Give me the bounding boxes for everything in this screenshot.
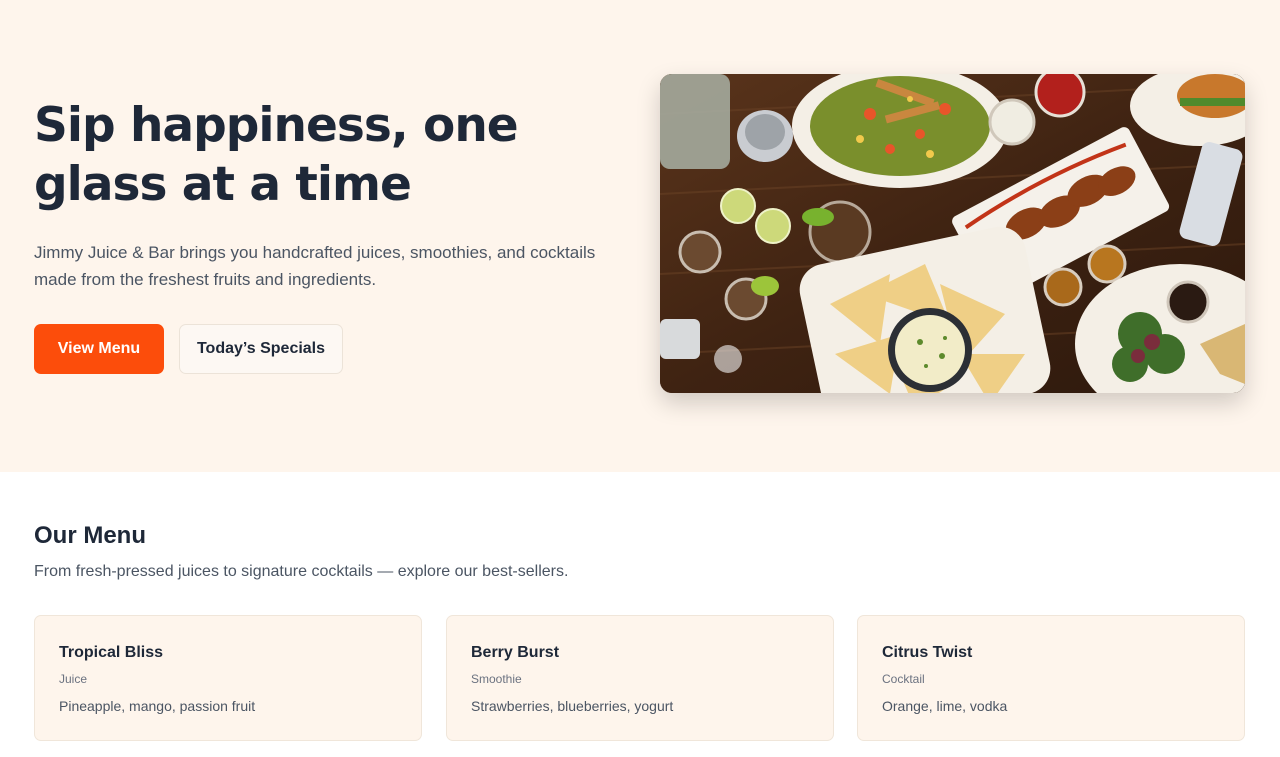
menu-card-name: Tropical Bliss (59, 644, 164, 661)
menu-card-category: Juice (59, 672, 88, 686)
menu-card-category: Cocktail (882, 672, 925, 686)
menu-title: Our Menu (34, 522, 146, 549)
menu-card-berry-burst[interactable]: Berry Burst Smoothie Strawberries, blueb… (446, 615, 834, 741)
menu-card-name: Berry Burst (471, 644, 560, 661)
todays-specials-button[interactable]: Today’s Specials (179, 324, 343, 374)
menu-card-ingredients: Strawberries, blueberries, yogurt (471, 698, 674, 714)
menu-card-ingredients: Pineapple, mango, passion fruit (59, 698, 256, 714)
view-menu-button[interactable]: View Menu (34, 324, 164, 374)
hero-section: Sip happiness, one glass at a time Jimmy… (0, 0, 1280, 472)
menu-card-ingredients: Orange, lime, vodka (882, 698, 1008, 714)
menu-card-category: Smoothie (471, 672, 522, 686)
hero-title: Sip happiness, one glass at a time (34, 98, 519, 212)
food-spread-illustration (660, 74, 1245, 393)
hero-description: Jimmy Juice & Bar brings you handcrafted… (34, 243, 596, 289)
menu-subtitle: From fresh-pressed juices to signature c… (34, 563, 569, 580)
menu-card-tropical-bliss[interactable]: Tropical Bliss Juice Pineapple, mango, p… (34, 615, 422, 741)
menu-card-citrus-twist[interactable]: Citrus Twist Cocktail Orange, lime, vodk… (857, 615, 1245, 741)
menu-card-name: Citrus Twist (882, 644, 973, 661)
hero-food-image (660, 74, 1245, 393)
